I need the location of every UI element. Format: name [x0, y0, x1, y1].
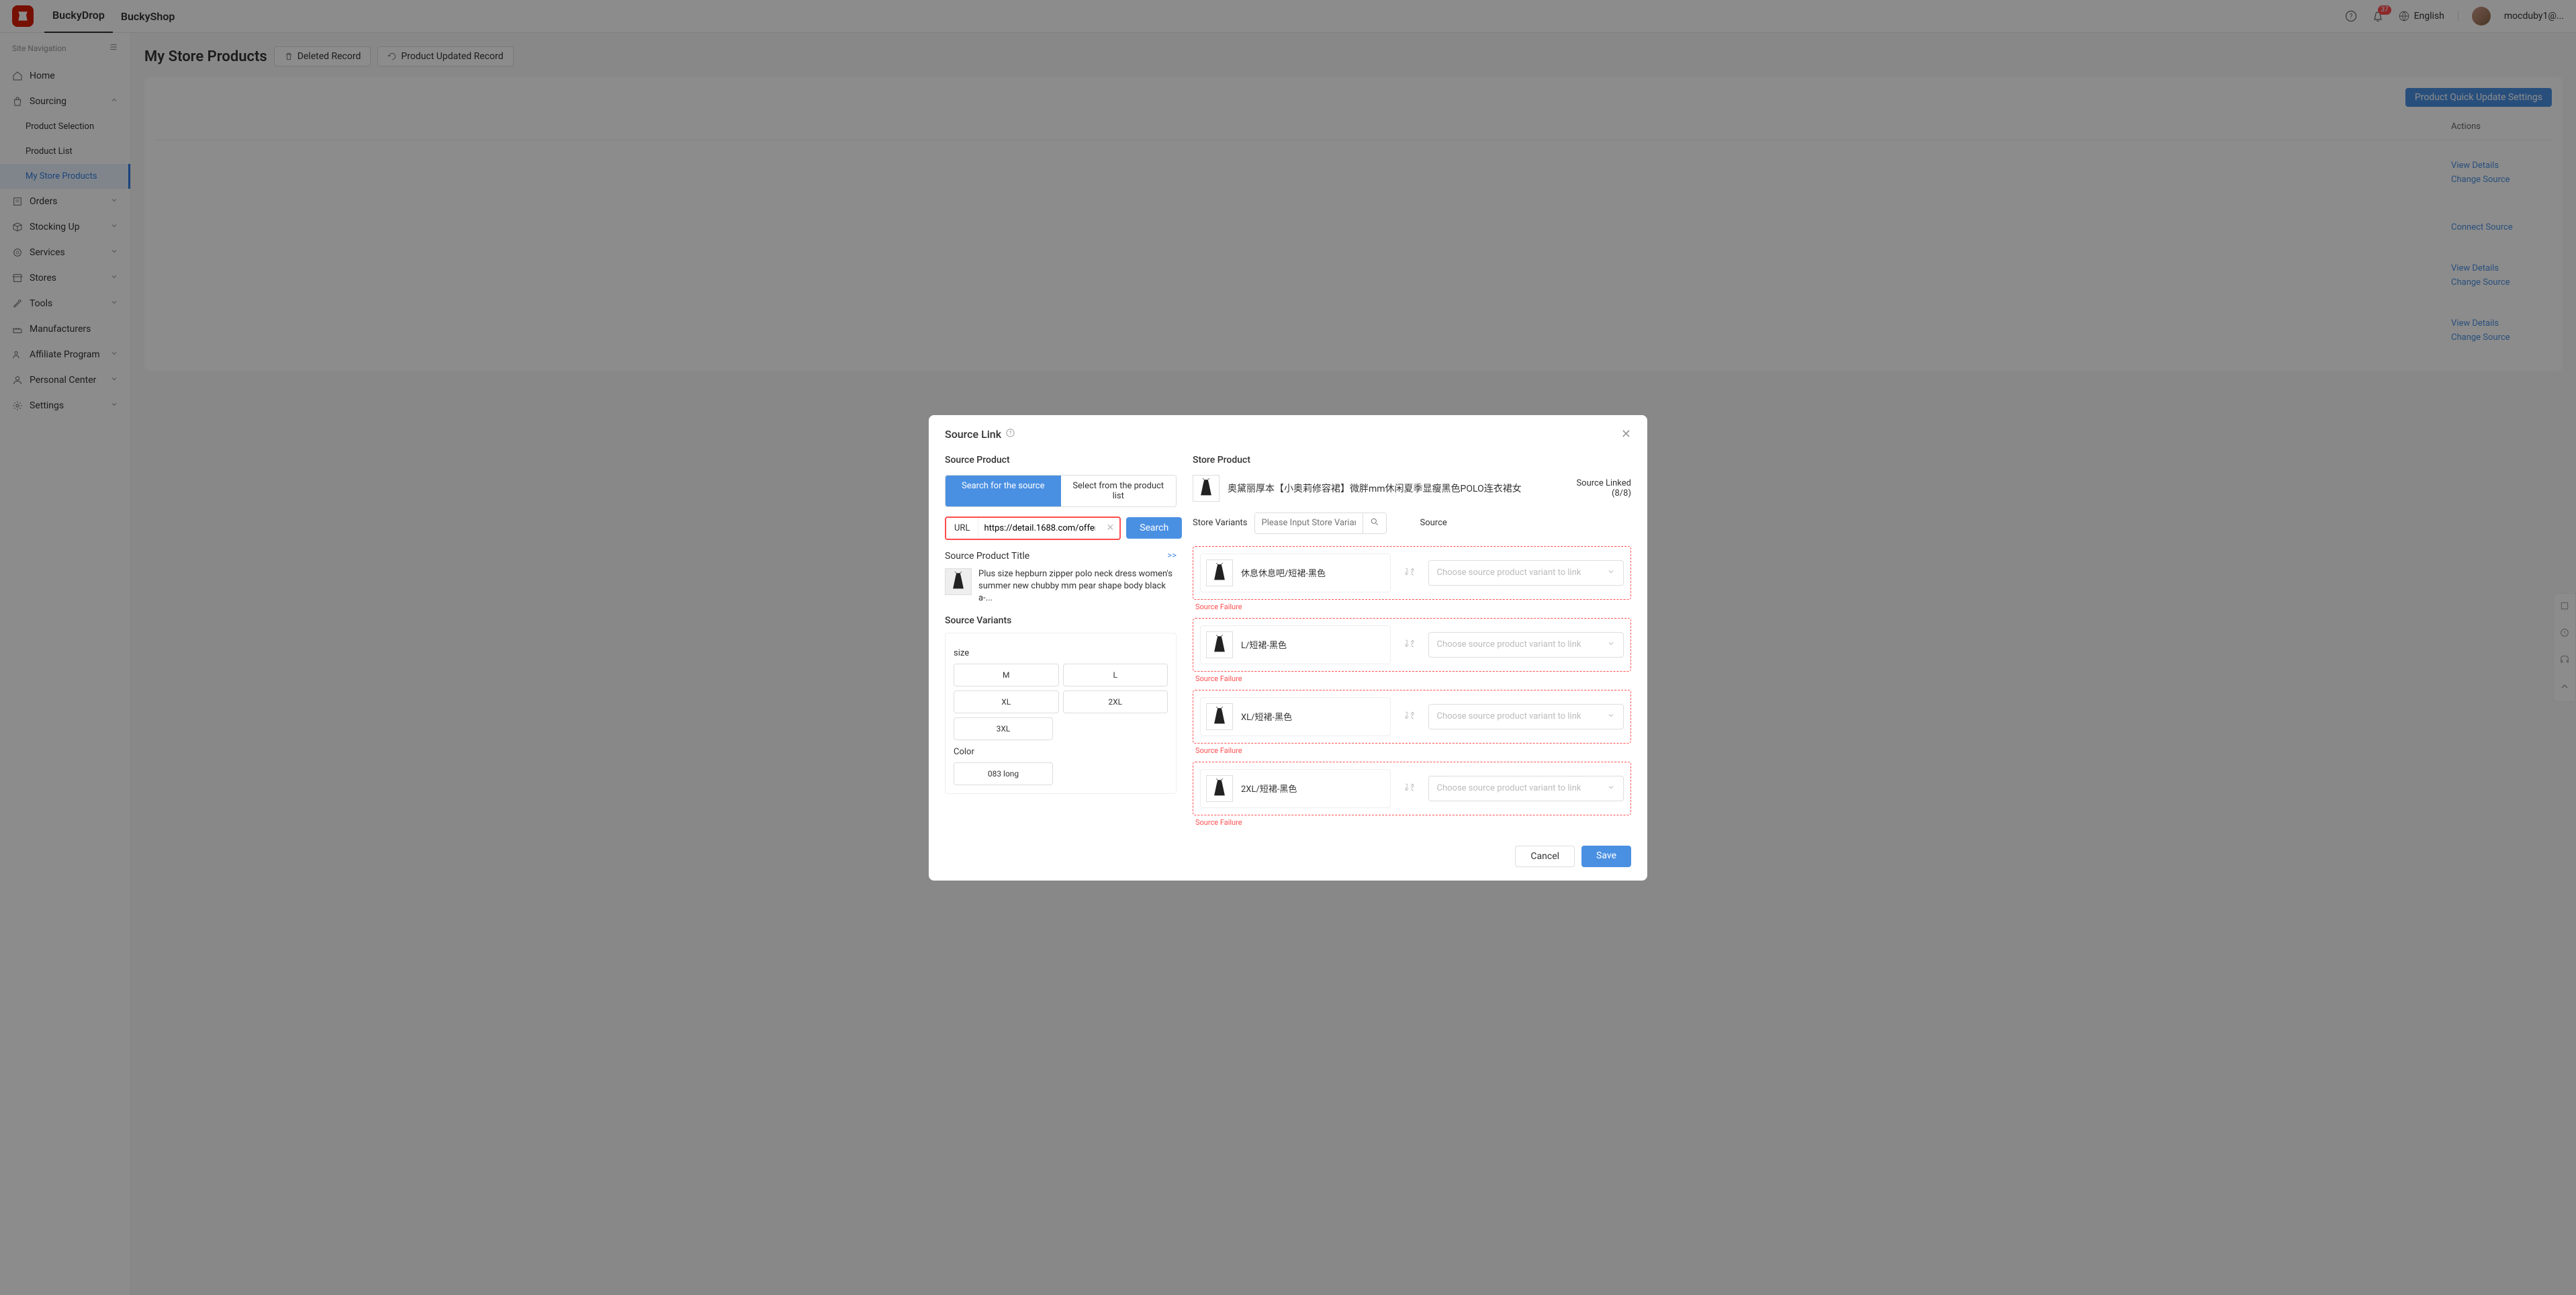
- tab-select-list[interactable]: Select from the product list: [1061, 476, 1177, 506]
- size-chip-l[interactable]: L: [1063, 664, 1168, 686]
- select-placeholder: Choose source product variant to link: [1437, 783, 1581, 793]
- clear-icon[interactable]: ✕: [1101, 523, 1119, 533]
- chevron-down-icon: [1607, 711, 1615, 722]
- store-variants-input[interactable]: [1255, 514, 1363, 532]
- unlink-icon[interactable]: [1404, 710, 1415, 723]
- color-label: Color: [954, 747, 1168, 757]
- variant-name: L/短裙-黑色: [1241, 638, 1287, 651]
- tab-search-source[interactable]: Search for the source: [946, 476, 1061, 506]
- source-failure-text: Source Failure: [1195, 818, 1631, 827]
- unlink-icon[interactable]: [1404, 782, 1415, 795]
- variant-source-select[interactable]: Choose source product variant to link: [1428, 632, 1624, 658]
- size-chip-m[interactable]: M: [954, 664, 1059, 686]
- source-product-title-text: Plus size hepburn zipper polo neck dress…: [978, 568, 1177, 605]
- variant-thumbnail: [1206, 631, 1233, 658]
- select-placeholder: Choose source product variant to link: [1437, 711, 1581, 721]
- variant-row: 休息休息吧/短裙-黑色 Choose source product varian…: [1193, 546, 1631, 600]
- source-product-title-label: Source Product Title: [945, 551, 1029, 562]
- chevron-down-icon: [1607, 639, 1615, 650]
- unlink-icon[interactable]: [1404, 566, 1415, 580]
- modal-title: Source Link: [945, 428, 1001, 441]
- variant-thumbnail: [1206, 560, 1233, 586]
- source-failure-text: Source Failure: [1195, 674, 1631, 683]
- variant-name: 2XL/短裙-黑色: [1241, 782, 1297, 795]
- variant-source-select[interactable]: Choose source product variant to link: [1428, 560, 1624, 586]
- svg-text:?: ?: [1009, 431, 1012, 436]
- store-variants-label: Store Variants: [1193, 518, 1248, 528]
- chevron-down-icon: [1607, 783, 1615, 794]
- source-variants-heading: Source Variants: [945, 615, 1177, 626]
- select-placeholder: Choose source product variant to link: [1437, 639, 1581, 650]
- variant-row: XL/短裙-黑色 Choose source product variant t…: [1193, 690, 1631, 744]
- variant-source-select[interactable]: Choose source product variant to link: [1428, 776, 1624, 801]
- store-product-thumbnail: [1193, 475, 1220, 502]
- source-failure-text: Source Failure: [1195, 746, 1631, 755]
- store-product-title: 奥黛丽厚本【小奥莉修容裙】微胖mm休闲夏季显瘦黑色POLO连衣裙女: [1228, 482, 1568, 495]
- variant-row: 2XL/短裙-黑色 Choose source product variant …: [1193, 762, 1631, 815]
- url-label: URL: [946, 518, 978, 539]
- search-button[interactable]: Search: [1126, 517, 1182, 539]
- info-icon[interactable]: ?: [1005, 428, 1015, 441]
- source-product-heading: Source Product: [945, 455, 1177, 465]
- variant-row: L/短裙-黑色 Choose source product variant to…: [1193, 618, 1631, 672]
- size-chip-3xl[interactable]: 3XL: [954, 717, 1053, 740]
- product-thumbnail: [945, 568, 972, 595]
- save-button[interactable]: Save: [1581, 846, 1631, 867]
- source-failure-text: Source Failure: [1195, 602, 1631, 611]
- store-product-heading: Store Product: [1193, 455, 1631, 465]
- cancel-button[interactable]: Cancel: [1515, 846, 1575, 867]
- variant-name: 休息休息吧/短裙-黑色: [1241, 566, 1326, 579]
- select-placeholder: Choose source product variant to link: [1437, 568, 1581, 578]
- color-chip-083[interactable]: 083 long: [954, 762, 1053, 785]
- url-input[interactable]: [978, 518, 1101, 539]
- expand-link[interactable]: >>: [1167, 551, 1177, 561]
- variant-thumbnail: [1206, 775, 1233, 802]
- close-icon[interactable]: ✕: [1621, 427, 1631, 441]
- variant-thumbnail: [1206, 703, 1233, 730]
- source-link-modal: Source Link ? ✕ Source Product Search fo…: [929, 415, 1647, 881]
- source-linked-label: Source Linked: [1576, 478, 1631, 488]
- url-input-group: URL ✕: [945, 517, 1121, 540]
- source-column-label: Source: [1420, 518, 1447, 528]
- size-chip-xl[interactable]: XL: [954, 690, 1059, 713]
- size-chip-2xl[interactable]: 2XL: [1063, 690, 1168, 713]
- variant-name: XL/短裙-黑色: [1241, 710, 1292, 723]
- chevron-down-icon: [1607, 568, 1615, 578]
- modal-overlay: Source Link ? ✕ Source Product Search fo…: [0, 0, 2576, 1295]
- unlink-icon[interactable]: [1404, 638, 1415, 652]
- source-linked-count: (8/8): [1576, 488, 1631, 498]
- size-label: size: [954, 648, 1168, 658]
- variant-source-select[interactable]: Choose source product variant to link: [1428, 704, 1624, 729]
- search-icon[interactable]: [1363, 513, 1386, 533]
